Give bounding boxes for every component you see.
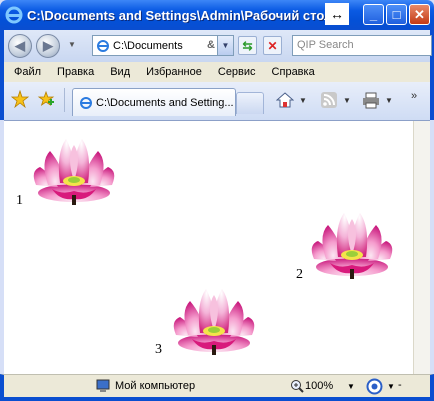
tab-bar: C:\Documents and Setting... ▼ ▼ ▼ » [0,82,434,120]
back-button[interactable]: ◀ [8,34,32,58]
page-content: 1 2 3 [4,120,430,375]
tab-label: C:\Documents and Setting... [96,96,234,109]
forward-button[interactable]: ▶ [36,34,60,58]
add-favorite-icon[interactable] [37,90,55,108]
lotus-image-1 [33,139,115,205]
my-computer-icon [96,379,110,392]
minimize-button[interactable]: _ [363,4,384,25]
menu-bar: Файл Правка Вид Избранное Сервис Справка [0,62,434,82]
address-dropdown-icon[interactable]: ▼ [217,36,233,55]
favorites-star-icon[interactable] [11,90,29,108]
image-label-2: 2 [296,267,303,282]
menu-view[interactable]: Вид [110,66,130,78]
home-icon[interactable] [276,91,294,109]
navigation-bar: ◀ ▶ ▼ C:\Documents & ▼ ⇆ ✕ QIP Search [0,30,434,62]
menu-help[interactable]: Справка [272,66,315,78]
menu-favorites[interactable]: Избранное [146,66,202,78]
rss-feed-icon[interactable] [320,91,338,109]
history-dropdown-icon[interactable]: ▼ [68,40,76,49]
refresh-button[interactable]: ⇆ [238,36,257,55]
tab-page-icon [80,96,92,109]
ring-dropdown-icon[interactable]: ▼ [387,382,395,391]
stop-button[interactable]: ✕ [263,36,282,55]
address-bar[interactable]: C:\Documents & ▼ [92,35,234,56]
status-bar: Мой компьютер 100% ▼ ▼ - [0,374,434,401]
zoom-level[interactable]: 100% [305,380,333,392]
title-bar[interactable]: C:\Documents and Settings\Admin\Рабочий … [0,0,434,30]
window-title: C:\Documents and Settings\Admin\Рабочий … [27,7,327,23]
ring-status-icon[interactable] [366,378,383,395]
resize-cursor-icon: ↔ [325,3,349,25]
toolbar-separator [64,88,65,112]
image-label-3: 3 [155,342,162,357]
vertical-scrollbar[interactable] [413,121,430,375]
page-icon [97,39,109,52]
address-text[interactable]: C:\Documents [113,40,183,52]
tab-current[interactable]: C:\Documents and Setting... [72,88,236,116]
menu-edit[interactable]: Правка [57,66,94,78]
status-extra: - [398,379,402,391]
menu-file[interactable]: Файл [14,66,41,78]
home-dropdown-icon[interactable]: ▼ [299,96,307,105]
maximize-button[interactable]: □ [386,4,407,25]
security-zone-label: Мой компьютер [115,380,196,392]
zoom-dropdown-icon[interactable]: ▼ [347,382,355,391]
menu-tools[interactable]: Сервис [218,66,256,78]
new-tab-button[interactable] [236,92,264,114]
lotus-image-3 [173,289,255,355]
more-tools-icon[interactable]: » [411,90,417,102]
feeds-dropdown-icon[interactable]: ▼ [343,96,351,105]
zoom-icon[interactable] [290,379,304,393]
lotus-image-2 [311,213,393,279]
image-label-1: 1 [16,193,23,208]
search-input[interactable]: QIP Search [292,35,432,56]
print-dropdown-icon[interactable]: ▼ [385,96,393,105]
ie-icon [5,6,23,24]
close-button[interactable]: ✕ [409,4,430,25]
print-icon[interactable] [362,91,380,109]
compatibility-icon[interactable]: & [207,39,215,51]
